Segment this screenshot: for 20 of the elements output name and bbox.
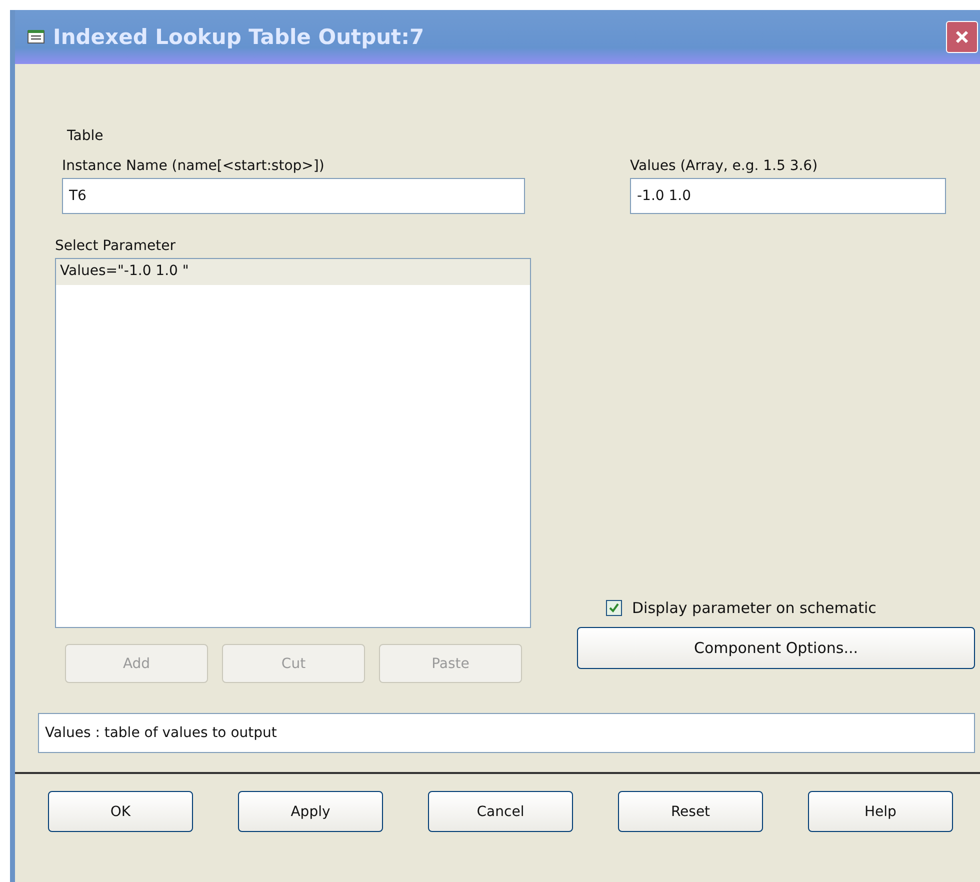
dialog-button[interactable]: Apply (238, 791, 383, 832)
dialog-button[interactable]: OK (48, 791, 193, 832)
field-label: Instance Name (name[<start:stop>]) (62, 158, 326, 174)
app-icon (27, 29, 45, 45)
list-item[interactable]: Values="-1.0 1.0 " (56, 259, 530, 285)
instance-name-field[interactable]: T6 (62, 178, 525, 214)
values-field[interactable]: -1.0 1.0 (630, 178, 946, 214)
window-title: Indexed Lookup Table Output:7 (53, 25, 426, 49)
dialog-button[interactable]: Help (808, 791, 953, 832)
dialog-button[interactable]: Reset (618, 791, 763, 832)
description-field[interactable]: Values : table of values to output (38, 713, 975, 753)
close-button[interactable] (946, 21, 978, 53)
group-label: Table (67, 128, 104, 144)
dialog-button[interactable]: Cancel (428, 791, 573, 832)
list-label: Select Parameter (55, 238, 176, 254)
close-icon (954, 29, 970, 45)
field-label: Values (Array, e.g. 1.5 3.6) (630, 158, 819, 174)
checkbox-label: Display parameter on schematic (632, 599, 876, 617)
component-options-button[interactable]: Component Options... (577, 627, 975, 669)
checkbox[interactable] (606, 600, 622, 616)
